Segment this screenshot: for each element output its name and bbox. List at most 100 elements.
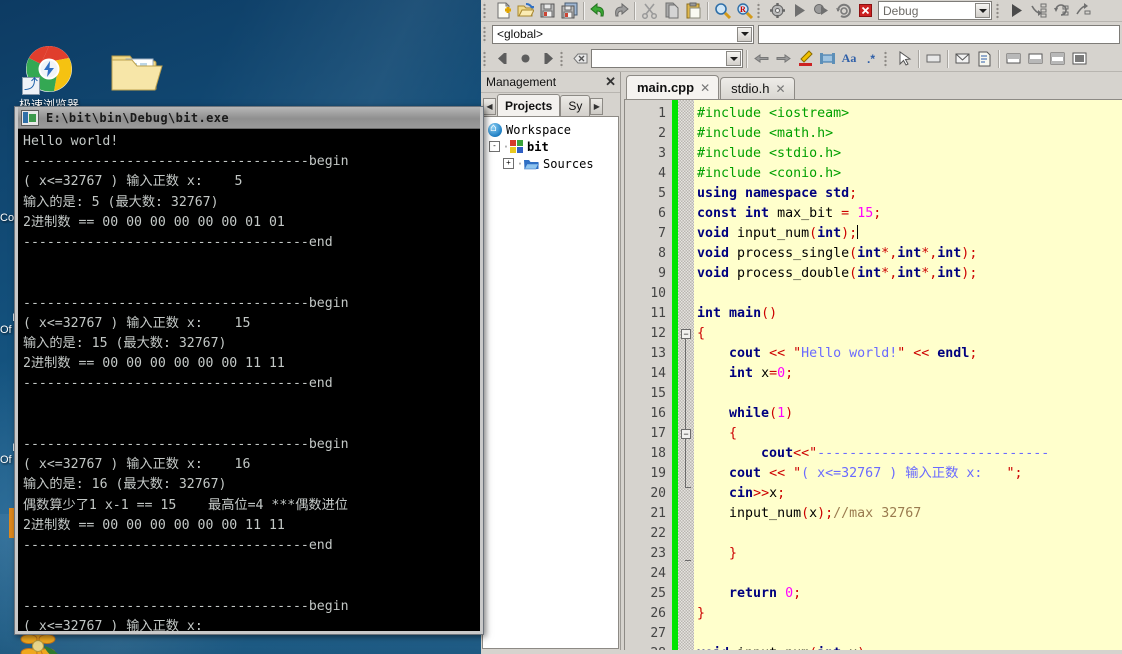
tree-item-project[interactable]: - · bit [487, 138, 618, 155]
run-button[interactable] [788, 1, 810, 21]
toolbar-grip[interactable] [482, 49, 489, 68]
tab-symbols[interactable]: Sy [560, 95, 591, 116]
debug-step-out-button[interactable] [1071, 1, 1093, 21]
console-screen[interactable]: Hello world! ---------------------------… [18, 129, 480, 631]
bookmark-button[interactable] [514, 49, 536, 69]
close-icon[interactable]: ✕ [775, 82, 785, 96]
log-button[interactable] [973, 49, 995, 69]
toolbar-separator [947, 49, 948, 68]
console-titlebar[interactable]: E:\bit\bin\Debug\bit.exe [15, 107, 483, 129]
clear-bookmarks-button[interactable] [569, 49, 591, 69]
build-and-run-button[interactable] [810, 1, 832, 21]
search-input[interactable] [591, 49, 743, 68]
screen: 极速浏览器 Co M Of M Of [0, 0, 1122, 654]
toolbar-separator [634, 1, 635, 20]
abort-button[interactable] [854, 1, 876, 21]
chevron-down-icon[interactable] [737, 26, 752, 42]
desktop-icon-folder[interactable] [94, 44, 180, 100]
tab-label: stdio.h [731, 81, 770, 96]
fold-box-while[interactable]: − [681, 429, 691, 439]
close-icon[interactable]: ✕ [605, 74, 616, 90]
project-icon [510, 140, 523, 153]
dot-star-icon: .* [866, 51, 875, 66]
tree-item-sources[interactable]: + · Sources [487, 155, 618, 172]
projects-tree[interactable]: Workspace - · bit + · [482, 116, 619, 649]
find-button[interactable] [711, 1, 733, 21]
debug-step-over-button[interactable] [1049, 1, 1071, 21]
line-number-gutter: 1 2 3 4 5 6 7 8 9 10 11 12 13 14 15 16 17 18 19 20 21 22 23 24 2… [625, 100, 672, 650]
toggle-panel-button[interactable] [922, 49, 944, 69]
toolbar-grip[interactable] [883, 49, 890, 68]
highlight-button[interactable] [794, 49, 816, 69]
match-case-button[interactable]: Aa [838, 49, 860, 69]
chevron-down-icon[interactable] [975, 3, 990, 18]
desktop-icon-partial-2[interactable]: M Of [0, 300, 14, 348]
codeblocks-window: R Debug <global> Aa .* Management ✕ ◀ Pr… [481, 0, 1122, 654]
code-text[interactable]: #include <iostream> #include <math.h> #i… [697, 100, 1122, 650]
select-mode-button[interactable] [893, 49, 915, 69]
build-target-combo[interactable]: Debug [878, 1, 992, 20]
tabs-scroll-right-button[interactable]: ▶ [590, 98, 604, 115]
undo-button[interactable] [587, 1, 609, 21]
toolbar-grip[interactable] [482, 1, 489, 20]
console-window[interactable]: E:\bit\bin\Debug\bit.exe Hello world! --… [14, 106, 484, 635]
jump-forward-button[interactable] [536, 49, 558, 69]
desktop-icon-partial-1[interactable]: Co [0, 212, 14, 224]
layout-top-button[interactable] [1002, 49, 1024, 69]
build-button[interactable] [766, 1, 788, 21]
desktop-icon-chrome-browser[interactable]: 极速浏览器 [6, 42, 92, 112]
chevron-right-icon: ▶ [593, 102, 600, 111]
fold-markers[interactable]: − − [678, 100, 694, 650]
Aa-icon: Aa [841, 51, 857, 65]
layout-split-button[interactable] [1046, 49, 1068, 69]
next-result-button[interactable] [772, 49, 794, 69]
redo-button[interactable] [609, 1, 631, 21]
rebuild-button[interactable] [832, 1, 854, 21]
tree-item-label: Sources [543, 156, 594, 171]
messages-button[interactable] [951, 49, 973, 69]
flower-gadget-icon[interactable] [18, 626, 64, 654]
toolbar-separator [998, 49, 999, 68]
copy-button[interactable] [660, 1, 682, 21]
tab-label: main.cpp [637, 80, 695, 95]
tab-main-cpp[interactable]: main.cpp ✕ [626, 75, 720, 99]
selected-text-button[interactable] [816, 49, 838, 69]
toolbar-grip[interactable] [559, 49, 566, 68]
code-editor[interactable]: 1 2 3 4 5 6 7 8 9 10 11 12 13 14 15 16 17 18 19 20 21 22 23 24 2… [624, 99, 1122, 650]
editor-area: main.cpp ✕ stdio.h ✕ 1 2 3 4 5 6 7 8 9 10 11 12 13 14… [621, 72, 1122, 650]
toolbar-grip[interactable] [756, 1, 763, 20]
paste-button[interactable] [682, 1, 704, 21]
save-all-button[interactable] [558, 1, 580, 21]
toolbar-grip[interactable] [995, 1, 1002, 20]
tree-item-workspace[interactable]: Workspace [487, 121, 618, 138]
scope-value: <global> [497, 27, 544, 41]
toolbar-grip[interactable] [482, 25, 489, 43]
chevron-down-icon[interactable] [726, 51, 741, 66]
tab-projects[interactable]: Projects [497, 94, 561, 116]
save-button[interactable] [536, 1, 558, 21]
replace-button[interactable]: R [733, 1, 755, 21]
debug-step-into-button[interactable] [1027, 1, 1049, 21]
new-file-button[interactable] [492, 1, 514, 21]
tab-stdio-h[interactable]: stdio.h ✕ [720, 77, 795, 99]
tabs-scroll-left-button[interactable]: ◀ [483, 98, 496, 115]
fold-box-main[interactable]: − [681, 329, 691, 339]
layout-bottom-button[interactable] [1024, 49, 1046, 69]
cut-button[interactable] [638, 1, 660, 21]
debug-continue-button[interactable] [1005, 1, 1027, 21]
toolbar-separator [746, 49, 747, 68]
desktop-icon-partial-3[interactable]: M Of [0, 430, 14, 478]
regex-button[interactable]: .* [860, 49, 882, 69]
layout-full-button[interactable] [1068, 49, 1090, 69]
open-file-button[interactable] [514, 1, 536, 21]
symbol-combo[interactable] [758, 24, 1120, 44]
folder-icon [94, 44, 180, 98]
management-header: Management ✕ [481, 72, 620, 93]
close-icon[interactable]: ✕ [700, 81, 710, 95]
expander-collapse-icon[interactable]: - [489, 141, 500, 152]
prev-result-button[interactable] [750, 49, 772, 69]
jump-back-button[interactable] [492, 49, 514, 69]
expander-expand-icon[interactable]: + [503, 158, 514, 169]
chevron-left-icon: ◀ [486, 102, 493, 111]
scope-combo[interactable]: <global> [492, 24, 754, 44]
